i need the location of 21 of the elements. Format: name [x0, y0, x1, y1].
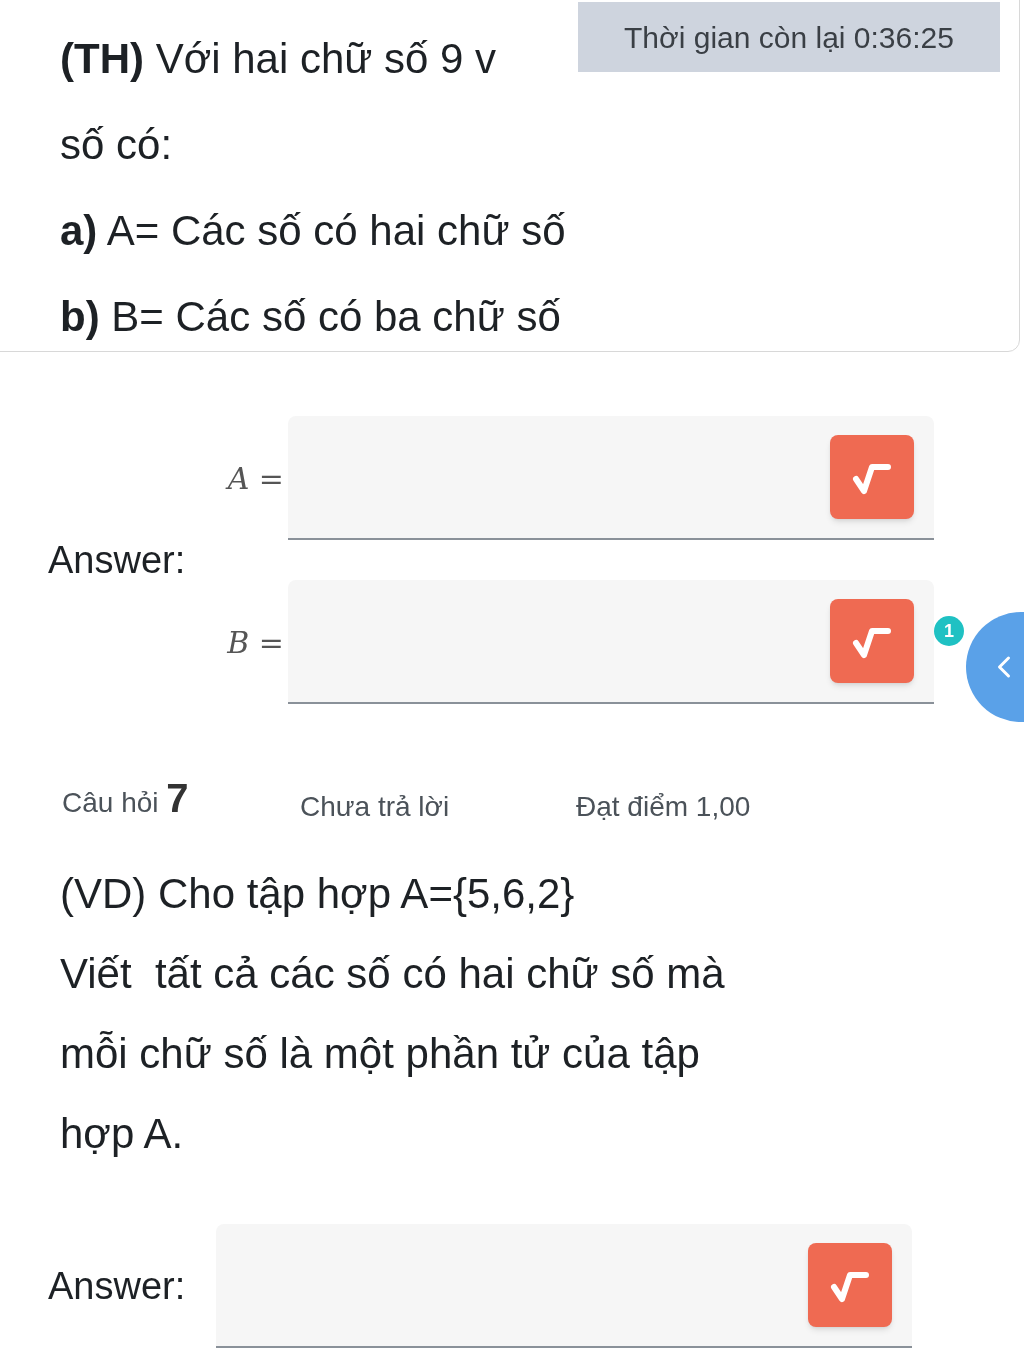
- field-label: A =: [224, 459, 285, 498]
- timer: Thời gian còn lại 0:36:25: [578, 2, 1000, 72]
- question-text: (VD) Cho tập hợp A={5,6,2}: [60, 869, 576, 919]
- question-text: Viết tất cả các số có hai chữ số mà mỗi chữ số là một phần tử của tập hợp A.: [60, 949, 726, 1159]
- question-status: Chưa trả lời: [300, 790, 451, 824]
- question-points: Đạt điểm 1,00: [576, 790, 751, 824]
- answer-field[interactable]: [288, 416, 934, 540]
- question-text: a) A= Các số có hai chữ số: [60, 206, 566, 256]
- answer-label: Answer:: [48, 537, 187, 583]
- answer-label: Answer:: [48, 1263, 187, 1309]
- answer-field[interactable]: [216, 1224, 912, 1348]
- math-editor-button[interactable]: [830, 599, 914, 683]
- field-label: B =: [226, 623, 285, 662]
- question-text: số có:: [60, 120, 173, 170]
- question-text: (TH) Với hai chữ số 9 v: [60, 34, 497, 84]
- answer-field[interactable]: [288, 580, 934, 704]
- question-label: Câu hỏi 7: [62, 775, 190, 822]
- question-text: b) B= Các số có ba chữ số: [60, 292, 561, 342]
- notification-badge: 1: [934, 616, 964, 646]
- math-editor-button[interactable]: [830, 435, 914, 519]
- math-editor-button[interactable]: [808, 1243, 892, 1327]
